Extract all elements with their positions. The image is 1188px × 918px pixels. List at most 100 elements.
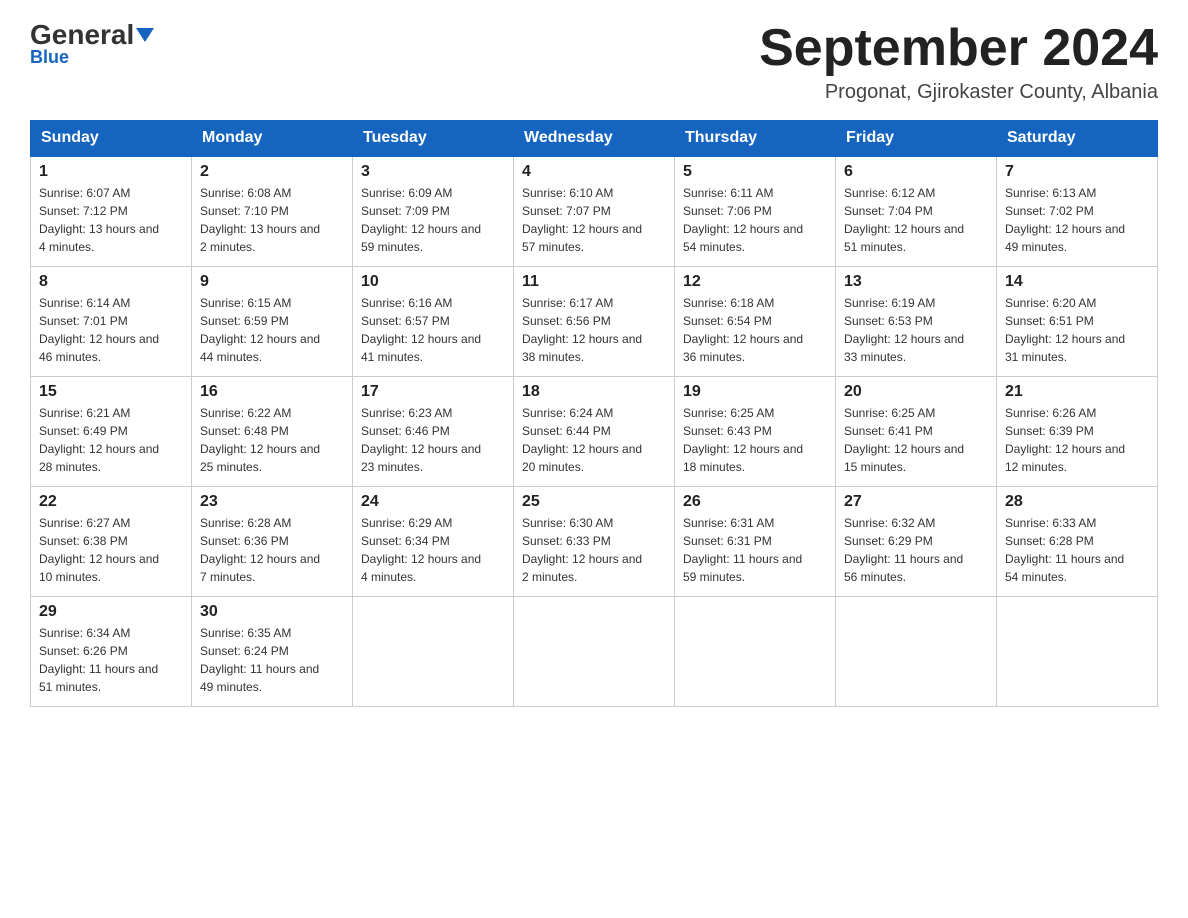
day-number: 17 — [361, 383, 505, 401]
table-row: 6 Sunrise: 6:12 AM Sunset: 7:04 PM Dayli… — [836, 156, 997, 266]
day-number: 15 — [39, 383, 183, 401]
day-info: Sunrise: 6:19 AM Sunset: 6:53 PM Dayligh… — [844, 294, 988, 366]
day-number: 1 — [39, 163, 183, 181]
table-row: 15 Sunrise: 6:21 AM Sunset: 6:49 PM Dayl… — [31, 376, 192, 486]
calendar-title-area: September 2024 Progonat, Gjirokaster Cou… — [759, 20, 1158, 104]
day-info: Sunrise: 6:18 AM Sunset: 6:54 PM Dayligh… — [683, 294, 827, 366]
table-row: 9 Sunrise: 6:15 AM Sunset: 6:59 PM Dayli… — [192, 266, 353, 376]
day-info: Sunrise: 6:26 AM Sunset: 6:39 PM Dayligh… — [1005, 404, 1149, 476]
calendar-title: September 2024 — [759, 20, 1158, 77]
table-row: 4 Sunrise: 6:10 AM Sunset: 7:07 PM Dayli… — [514, 156, 675, 266]
day-info: Sunrise: 6:28 AM Sunset: 6:36 PM Dayligh… — [200, 514, 344, 586]
table-row: 17 Sunrise: 6:23 AM Sunset: 6:46 PM Dayl… — [353, 376, 514, 486]
day-number: 8 — [39, 273, 183, 291]
calendar-week-row: 1 Sunrise: 6:07 AM Sunset: 7:12 PM Dayli… — [31, 156, 1158, 266]
table-row: 19 Sunrise: 6:25 AM Sunset: 6:43 PM Dayl… — [675, 376, 836, 486]
location-subtitle: Progonat, Gjirokaster County, Albania — [759, 81, 1158, 104]
day-number: 23 — [200, 493, 344, 511]
logo-triangle-icon — [136, 28, 154, 42]
calendar-week-row: 29 Sunrise: 6:34 AM Sunset: 6:26 PM Dayl… — [31, 596, 1158, 706]
logo: General Blue — [30, 20, 154, 68]
day-number: 24 — [361, 493, 505, 511]
day-number: 18 — [522, 383, 666, 401]
day-info: Sunrise: 6:09 AM Sunset: 7:09 PM Dayligh… — [361, 184, 505, 256]
day-number: 6 — [844, 163, 988, 181]
day-number: 29 — [39, 603, 183, 621]
day-number: 20 — [844, 383, 988, 401]
day-info: Sunrise: 6:23 AM Sunset: 6:46 PM Dayligh… — [361, 404, 505, 476]
day-number: 25 — [522, 493, 666, 511]
col-tuesday: Tuesday — [353, 121, 514, 157]
day-info: Sunrise: 6:29 AM Sunset: 6:34 PM Dayligh… — [361, 514, 505, 586]
day-info: Sunrise: 6:22 AM Sunset: 6:48 PM Dayligh… — [200, 404, 344, 476]
day-number: 4 — [522, 163, 666, 181]
day-info: Sunrise: 6:35 AM Sunset: 6:24 PM Dayligh… — [200, 624, 344, 696]
day-info: Sunrise: 6:25 AM Sunset: 6:43 PM Dayligh… — [683, 404, 827, 476]
day-info: Sunrise: 6:32 AM Sunset: 6:29 PM Dayligh… — [844, 514, 988, 586]
table-row — [836, 596, 997, 706]
day-number: 2 — [200, 163, 344, 181]
calendar-week-row: 15 Sunrise: 6:21 AM Sunset: 6:49 PM Dayl… — [31, 376, 1158, 486]
day-info: Sunrise: 6:20 AM Sunset: 6:51 PM Dayligh… — [1005, 294, 1149, 366]
day-number: 16 — [200, 383, 344, 401]
day-info: Sunrise: 6:13 AM Sunset: 7:02 PM Dayligh… — [1005, 184, 1149, 256]
table-row: 5 Sunrise: 6:11 AM Sunset: 7:06 PM Dayli… — [675, 156, 836, 266]
day-info: Sunrise: 6:31 AM Sunset: 6:31 PM Dayligh… — [683, 514, 827, 586]
table-row: 1 Sunrise: 6:07 AM Sunset: 7:12 PM Dayli… — [31, 156, 192, 266]
col-friday: Friday — [836, 121, 997, 157]
col-monday: Monday — [192, 121, 353, 157]
day-number: 3 — [361, 163, 505, 181]
col-saturday: Saturday — [997, 121, 1158, 157]
page-header: General Blue September 2024 Progonat, Gj… — [30, 20, 1158, 104]
day-info: Sunrise: 6:14 AM Sunset: 7:01 PM Dayligh… — [39, 294, 183, 366]
table-row: 21 Sunrise: 6:26 AM Sunset: 6:39 PM Dayl… — [997, 376, 1158, 486]
table-row: 3 Sunrise: 6:09 AM Sunset: 7:09 PM Dayli… — [353, 156, 514, 266]
day-info: Sunrise: 6:10 AM Sunset: 7:07 PM Dayligh… — [522, 184, 666, 256]
day-info: Sunrise: 6:08 AM Sunset: 7:10 PM Dayligh… — [200, 184, 344, 256]
table-row: 18 Sunrise: 6:24 AM Sunset: 6:44 PM Dayl… — [514, 376, 675, 486]
table-row: 2 Sunrise: 6:08 AM Sunset: 7:10 PM Dayli… — [192, 156, 353, 266]
table-row: 29 Sunrise: 6:34 AM Sunset: 6:26 PM Dayl… — [31, 596, 192, 706]
day-number: 21 — [1005, 383, 1149, 401]
day-number: 26 — [683, 493, 827, 511]
calendar-table: Sunday Monday Tuesday Wednesday Thursday… — [30, 120, 1158, 707]
day-info: Sunrise: 6:21 AM Sunset: 6:49 PM Dayligh… — [39, 404, 183, 476]
day-info: Sunrise: 6:17 AM Sunset: 6:56 PM Dayligh… — [522, 294, 666, 366]
day-info: Sunrise: 6:30 AM Sunset: 6:33 PM Dayligh… — [522, 514, 666, 586]
day-info: Sunrise: 6:25 AM Sunset: 6:41 PM Dayligh… — [844, 404, 988, 476]
day-number: 30 — [200, 603, 344, 621]
calendar-week-row: 22 Sunrise: 6:27 AM Sunset: 6:38 PM Dayl… — [31, 486, 1158, 596]
table-row: 27 Sunrise: 6:32 AM Sunset: 6:29 PM Dayl… — [836, 486, 997, 596]
day-number: 7 — [1005, 163, 1149, 181]
table-row: 22 Sunrise: 6:27 AM Sunset: 6:38 PM Dayl… — [31, 486, 192, 596]
day-number: 13 — [844, 273, 988, 291]
table-row — [353, 596, 514, 706]
day-number: 5 — [683, 163, 827, 181]
table-row: 16 Sunrise: 6:22 AM Sunset: 6:48 PM Dayl… — [192, 376, 353, 486]
day-number: 28 — [1005, 493, 1149, 511]
table-row: 23 Sunrise: 6:28 AM Sunset: 6:36 PM Dayl… — [192, 486, 353, 596]
day-number: 11 — [522, 273, 666, 291]
table-row: 7 Sunrise: 6:13 AM Sunset: 7:02 PM Dayli… — [997, 156, 1158, 266]
table-row: 26 Sunrise: 6:31 AM Sunset: 6:31 PM Dayl… — [675, 486, 836, 596]
col-wednesday: Wednesday — [514, 121, 675, 157]
table-row: 30 Sunrise: 6:35 AM Sunset: 6:24 PM Dayl… — [192, 596, 353, 706]
day-number: 10 — [361, 273, 505, 291]
col-sunday: Sunday — [31, 121, 192, 157]
day-info: Sunrise: 6:34 AM Sunset: 6:26 PM Dayligh… — [39, 624, 183, 696]
table-row: 11 Sunrise: 6:17 AM Sunset: 6:56 PM Dayl… — [514, 266, 675, 376]
table-row: 13 Sunrise: 6:19 AM Sunset: 6:53 PM Dayl… — [836, 266, 997, 376]
day-info: Sunrise: 6:27 AM Sunset: 6:38 PM Dayligh… — [39, 514, 183, 586]
day-number: 14 — [1005, 273, 1149, 291]
table-row: 10 Sunrise: 6:16 AM Sunset: 6:57 PM Dayl… — [353, 266, 514, 376]
day-number: 12 — [683, 273, 827, 291]
calendar-week-row: 8 Sunrise: 6:14 AM Sunset: 7:01 PM Dayli… — [31, 266, 1158, 376]
table-row — [675, 596, 836, 706]
table-row: 14 Sunrise: 6:20 AM Sunset: 6:51 PM Dayl… — [997, 266, 1158, 376]
table-row: 20 Sunrise: 6:25 AM Sunset: 6:41 PM Dayl… — [836, 376, 997, 486]
day-info: Sunrise: 6:12 AM Sunset: 7:04 PM Dayligh… — [844, 184, 988, 256]
col-thursday: Thursday — [675, 121, 836, 157]
day-info: Sunrise: 6:15 AM Sunset: 6:59 PM Dayligh… — [200, 294, 344, 366]
table-row: 8 Sunrise: 6:14 AM Sunset: 7:01 PM Dayli… — [31, 266, 192, 376]
table-row — [997, 596, 1158, 706]
